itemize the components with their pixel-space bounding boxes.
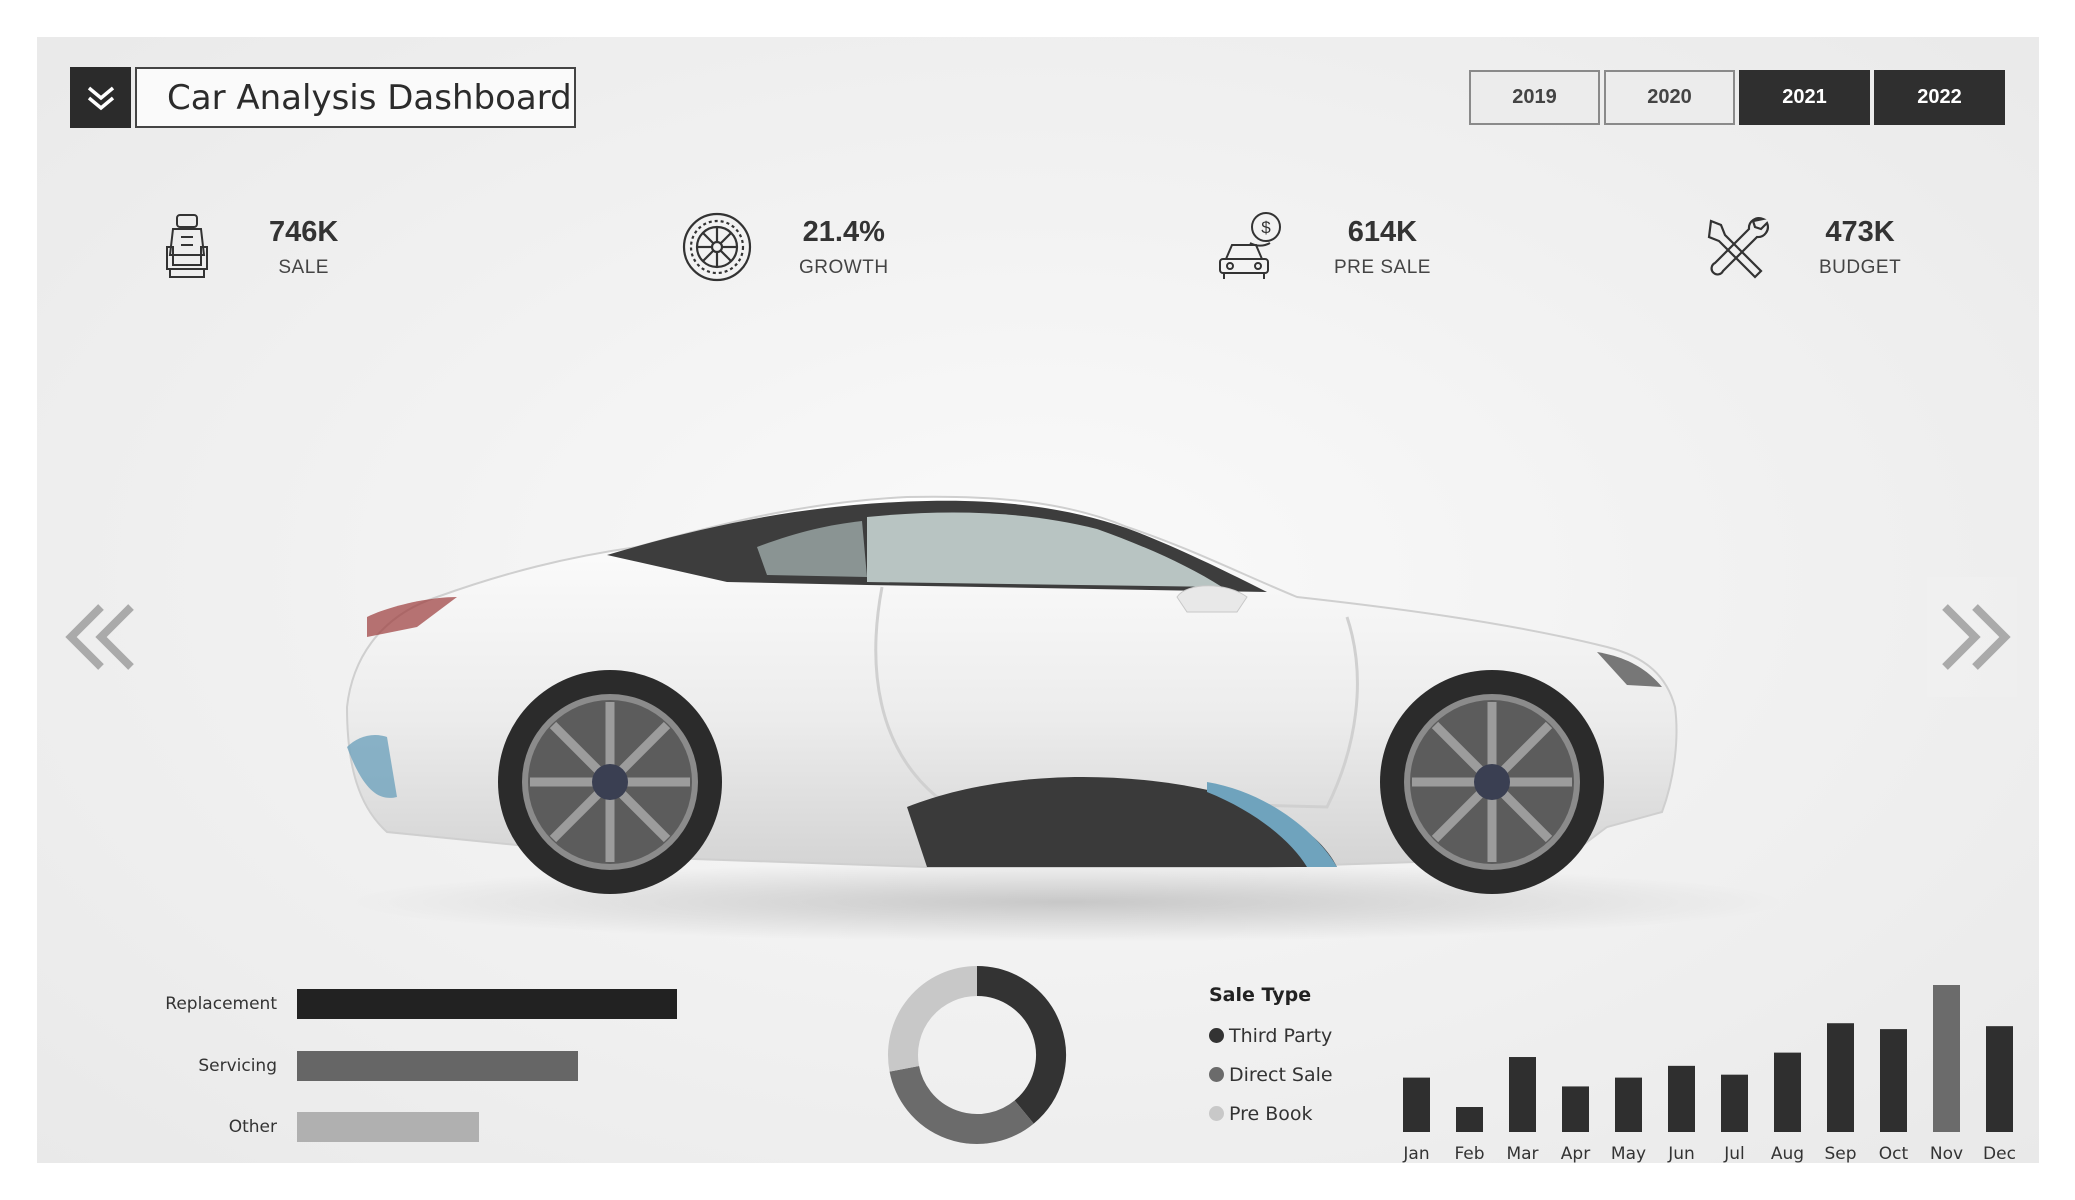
month-label-dec: Dec xyxy=(1983,1144,2016,1164)
service-type-bar-chart: Replacement Servicing Other xyxy=(97,937,697,1167)
legend-dot-direct-sale xyxy=(1209,1067,1224,1082)
kpi-pre-sale: $ 614K PRE SALE xyxy=(1212,207,1431,287)
sale-type-legend: Sale Type Third Party Direct Sale Pre Bo… xyxy=(1209,984,1333,1133)
menu-button[interactable] xyxy=(70,67,131,128)
hbar-label-other: Other xyxy=(228,1117,277,1137)
kpi-pre-sale-label: PRE SALE xyxy=(1334,256,1431,278)
donut-slice-third-party[interactable] xyxy=(976,966,1066,1124)
legend-dot-third-party xyxy=(1209,1028,1224,1043)
year-button-2020[interactable]: 2020 xyxy=(1604,70,1735,125)
hbar-replacement[interactable] xyxy=(297,989,677,1019)
kpi-sale: 746K SALE xyxy=(147,207,338,287)
dashboard-canvas: Car Analysis Dashboard 2019 2020 2021 20… xyxy=(37,37,2039,1164)
monthly-sales-bar-chart: Jan Feb Mar Apr May Jun Jul Aug Sep Oct Nov Dec xyxy=(1402,985,2016,1164)
donut-slice-pre-book[interactable] xyxy=(888,966,978,1072)
month-bar-oct[interactable] xyxy=(1880,1029,1907,1132)
legend-dot-pre-book xyxy=(1209,1106,1224,1121)
month-label-mar: Mar xyxy=(1506,1144,1538,1164)
month-label-jul: Jul xyxy=(1723,1144,1745,1164)
title-box: Car Analysis Dashboard xyxy=(135,67,576,128)
month-bar-feb[interactable] xyxy=(1456,1107,1483,1132)
legend-label-direct-sale: Direct Sale xyxy=(1229,1063,1333,1086)
month-bar-dec[interactable] xyxy=(1986,1026,2013,1132)
month-label-feb: Feb xyxy=(1454,1144,1484,1164)
car-illustration xyxy=(345,495,1787,942)
kpi-sale-value: 746K xyxy=(269,215,339,248)
kpi-budget-label: BUDGET xyxy=(1819,256,1902,278)
kpi-growth-label: GROWTH xyxy=(799,256,889,278)
month-bar-jun[interactable] xyxy=(1668,1065,1695,1132)
kpi-pre-sale-value: 614K xyxy=(1347,215,1418,248)
svg-text:$: $ xyxy=(1261,218,1271,237)
legend-item-third-party[interactable]: Third Party xyxy=(1209,1016,1333,1055)
page-title: Car Analysis Dashboard xyxy=(167,77,572,118)
kpi-growth-value: 21.4% xyxy=(802,215,885,248)
month-bar-jul[interactable] xyxy=(1721,1074,1748,1132)
month-label-aug: Aug xyxy=(1771,1144,1804,1164)
hbar-servicing[interactable] xyxy=(297,1051,579,1081)
wrench-screwdriver-icon xyxy=(1707,217,1769,279)
kpi-sale-label: SALE xyxy=(278,256,329,278)
rear-wheel xyxy=(498,670,722,894)
year-button-2022[interactable]: 2022 xyxy=(1874,70,2005,125)
front-wheel xyxy=(1380,670,1604,894)
legend-item-direct-sale[interactable]: Direct Sale xyxy=(1209,1055,1333,1094)
month-bar-may[interactable] xyxy=(1615,1077,1642,1132)
car-seat-icon xyxy=(166,214,208,278)
month-bar-nov[interactable] xyxy=(1933,985,1960,1132)
month-label-may: May xyxy=(1611,1144,1646,1164)
kpi-budget: 473K BUDGET xyxy=(1697,207,1901,287)
month-label-apr: Apr xyxy=(1561,1144,1590,1164)
donut-slice-direct-sale[interactable] xyxy=(889,1065,1034,1144)
double-chevron-right-icon[interactable] xyxy=(1927,577,2017,697)
month-bar-jan[interactable] xyxy=(1403,1077,1430,1132)
hbar-label-servicing: Servicing xyxy=(198,1056,277,1076)
hbar-label-replacement: Replacement xyxy=(165,994,277,1014)
month-bar-aug[interactable] xyxy=(1774,1052,1801,1132)
year-button-2019[interactable]: 2019 xyxy=(1469,70,1600,125)
month-label-sep: Sep xyxy=(1824,1144,1856,1164)
month-label-nov: Nov xyxy=(1930,1144,1963,1164)
legend-title: Sale Type xyxy=(1209,984,1312,1006)
year-filter: 2019 2020 2021 2022 xyxy=(1469,70,2005,125)
month-bar-sep[interactable] xyxy=(1827,1023,1854,1132)
car-dollar-icon: $ xyxy=(1219,212,1281,279)
double-chevron-left-icon[interactable] xyxy=(57,577,147,697)
kpi-growth: 21.4% GROWTH xyxy=(677,207,889,287)
tire-icon xyxy=(682,212,752,282)
year-button-2021[interactable]: 2021 xyxy=(1739,70,1870,125)
legend-item-pre-book[interactable]: Pre Book xyxy=(1209,1094,1333,1133)
legend-label-third-party: Third Party xyxy=(1229,1024,1333,1047)
month-bar-mar[interactable] xyxy=(1509,1057,1536,1132)
month-bar-apr[interactable] xyxy=(1562,1086,1589,1132)
legend-label-pre-book: Pre Book xyxy=(1229,1102,1313,1125)
month-label-jan: Jan xyxy=(1402,1144,1429,1164)
month-label-oct: Oct xyxy=(1879,1144,1909,1164)
month-label-jun: Jun xyxy=(1667,1144,1695,1164)
sale-type-donut-chart xyxy=(888,966,1066,1144)
kpi-budget-value: 473K xyxy=(1825,215,1895,248)
double-chevron-down-icon xyxy=(87,86,114,110)
hbar-other[interactable] xyxy=(297,1112,480,1142)
